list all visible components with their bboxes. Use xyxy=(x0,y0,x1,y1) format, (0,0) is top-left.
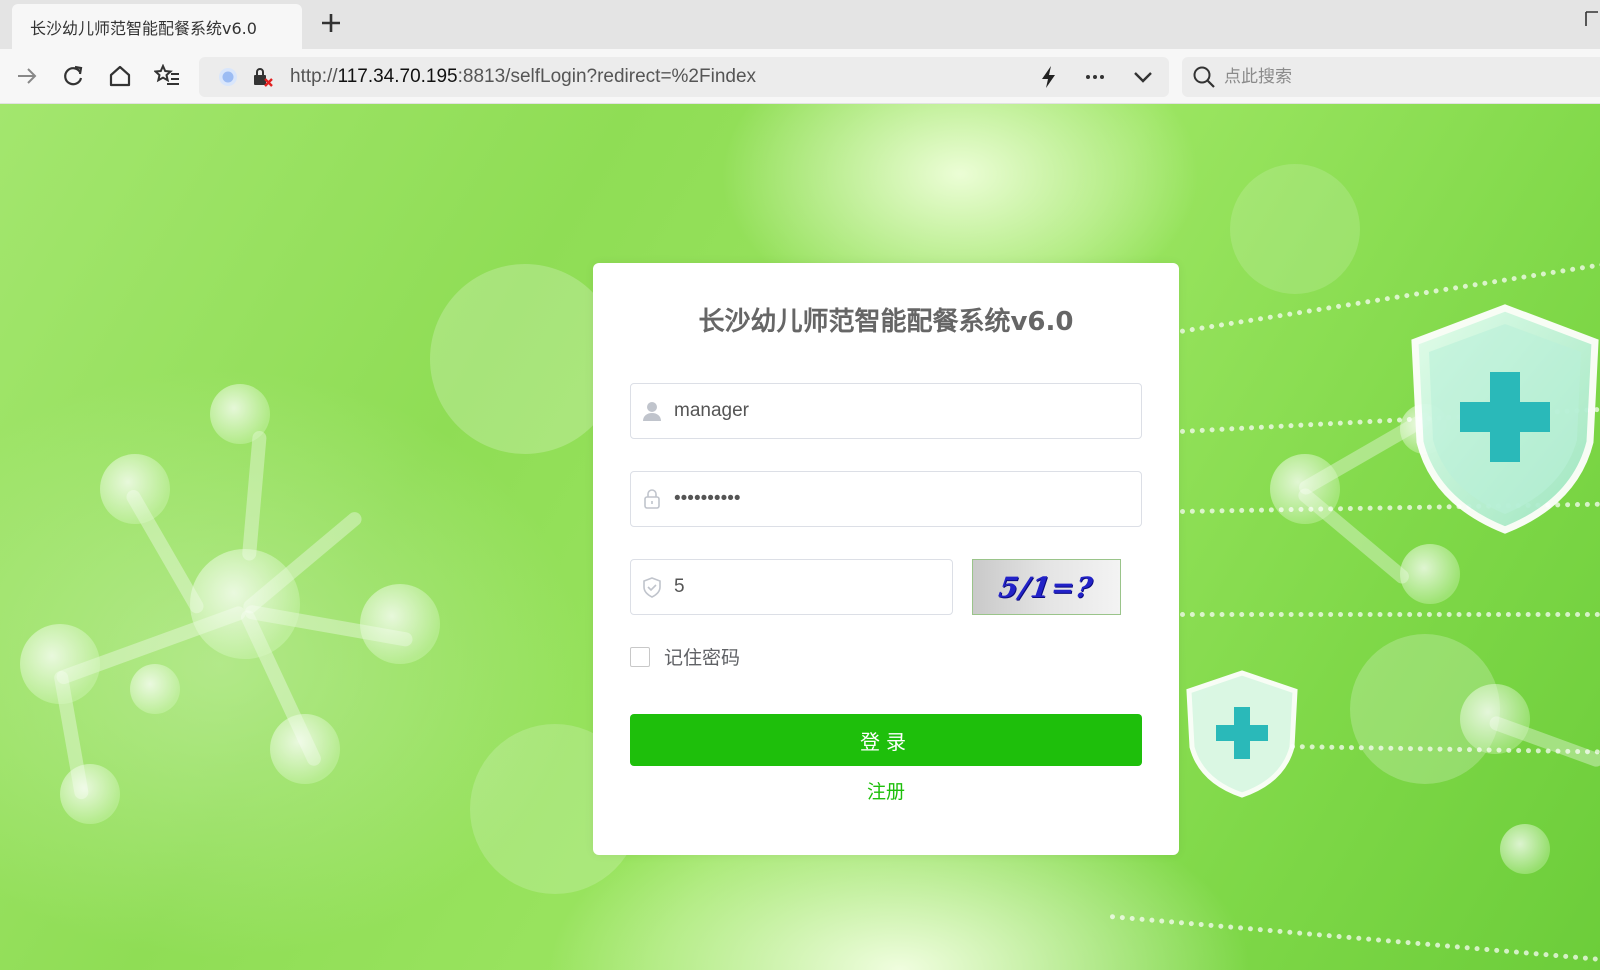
bokeh-decoration xyxy=(1230,164,1360,294)
register-link[interactable]: 注册 xyxy=(593,777,1179,804)
browser-tab[interactable]: 长沙幼儿师范智能配餐系统v6.0 xyxy=(12,4,302,49)
url-text: http://117.34.70.195:8813/selfLogin?redi… xyxy=(290,66,757,87)
shield-cross-icon xyxy=(1186,670,1298,798)
window-restore-icon[interactable] xyxy=(1584,8,1598,30)
lightning-icon[interactable] xyxy=(1037,65,1061,89)
shield-cross-icon xyxy=(1411,304,1599,534)
remember-password[interactable]: 记住密码 xyxy=(630,643,740,670)
home-icon xyxy=(109,65,131,87)
forward-button[interactable] xyxy=(10,59,44,93)
login-card: 长沙幼儿师范智能配餐系统v6.0 5/1=? 记住密码 xyxy=(593,263,1179,855)
home-button[interactable] xyxy=(103,59,137,93)
search-input[interactable] xyxy=(1224,57,1594,97)
search-icon xyxy=(1193,66,1215,88)
shield-check-icon xyxy=(641,576,663,598)
remember-label: 记住密码 xyxy=(664,647,741,669)
search-box[interactable] xyxy=(1182,57,1600,97)
lock-icon xyxy=(641,488,663,510)
bokeh-decoration xyxy=(430,264,620,454)
reload-button[interactable] xyxy=(56,59,90,93)
captcha-field[interactable] xyxy=(630,559,953,615)
favorites-icon xyxy=(154,64,179,85)
user-icon xyxy=(641,400,663,422)
tab-title: 长沙幼儿师范智能配餐系统v6.0 xyxy=(30,18,257,38)
username-input[interactable] xyxy=(674,384,1114,438)
forward-icon xyxy=(18,68,37,84)
captcha-image[interactable]: 5/1=? xyxy=(972,559,1121,615)
tab-bar: 长沙幼儿师范智能配餐系统v6.0 xyxy=(0,0,1600,49)
login-page: 长沙幼儿师范智能配餐系统v6.0 5/1=? 记住密码 xyxy=(0,104,1600,970)
address-bar[interactable]: http://117.34.70.195:8813/selfLogin?redi… xyxy=(199,57,1169,97)
page-title: 长沙幼儿师范智能配餐系统v6.0 xyxy=(698,307,1074,337)
captcha-input[interactable] xyxy=(674,560,934,614)
new-tab-button[interactable] xyxy=(318,10,344,36)
login-button[interactable]: 登录 xyxy=(630,714,1142,766)
insecure-lock-icon[interactable] xyxy=(251,65,275,89)
reload-icon xyxy=(64,65,83,86)
password-input[interactable] xyxy=(674,472,1114,526)
password-field[interactable] xyxy=(630,471,1142,527)
browser-toolbar: http://117.34.70.195:8813/selfLogin?redi… xyxy=(0,49,1600,104)
chevron-down-icon[interactable] xyxy=(1131,65,1155,89)
username-field[interactable] xyxy=(630,383,1142,439)
site-info-icon[interactable] xyxy=(216,65,240,89)
more-icon[interactable] xyxy=(1083,65,1107,89)
remember-checkbox[interactable] xyxy=(630,646,650,667)
favorites-button[interactable] xyxy=(150,59,184,93)
